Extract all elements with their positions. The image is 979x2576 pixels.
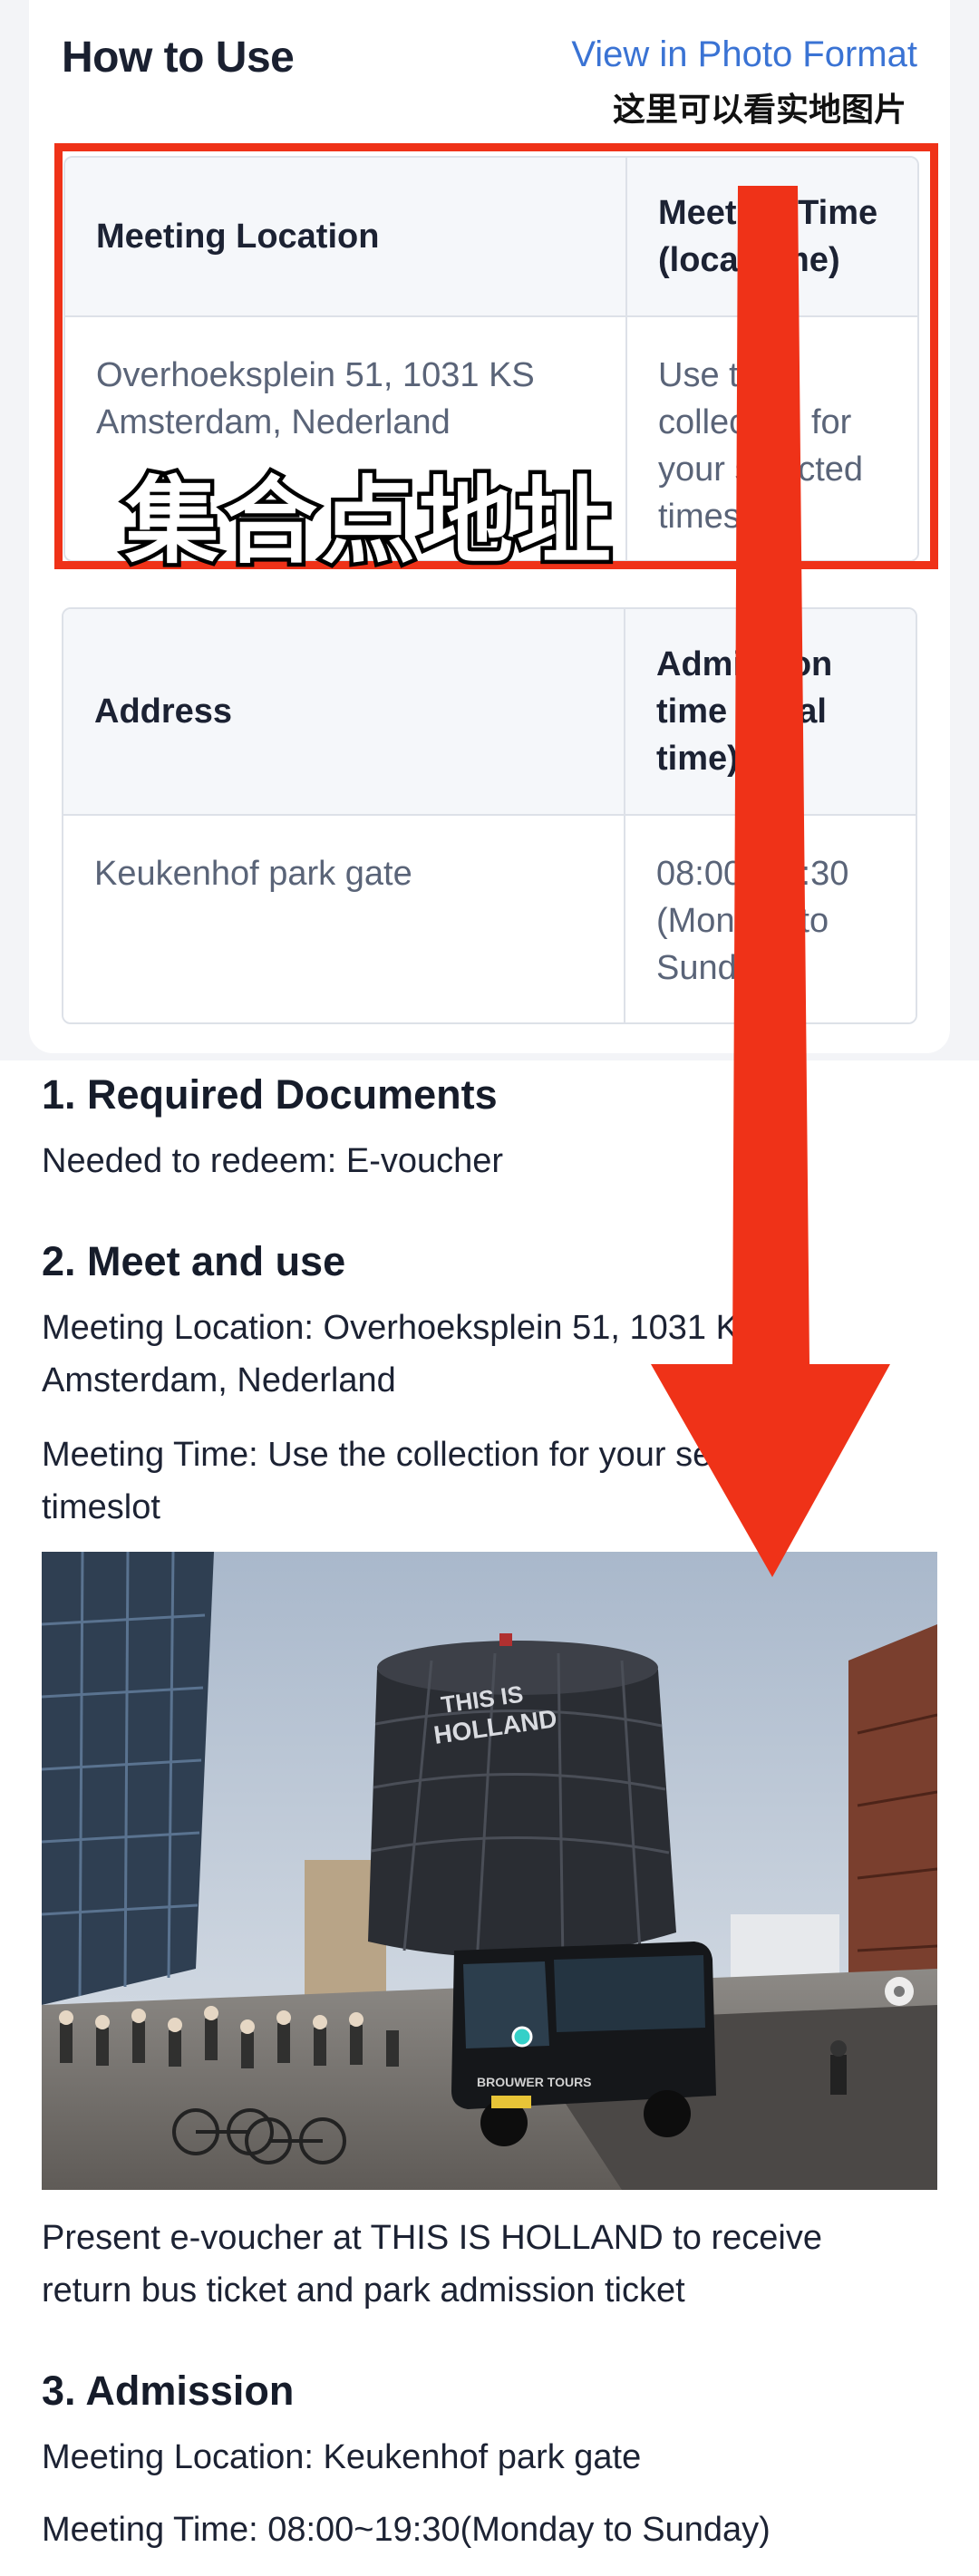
admission-time-text: Meeting Time: 08:00~19:30(Monday to Sund… [42, 2511, 771, 2549]
meeting-point-photo: THIS IS HOLLAND BROUWER TOURS [42, 1552, 937, 2190]
section-admission-title: 3. Admission [42, 2368, 295, 2414]
meeting-point-address-label: 集合点地址 [121, 466, 616, 579]
meet-time-text: Meeting Time: Use the collection for you… [42, 1436, 804, 1526]
meet-location-text: Meeting Location: Overhoeksplein 51, 103… [42, 1309, 762, 1399]
section-required-documents-title: 1. Required Documents [42, 1071, 498, 1118]
address-cell: Keukenhof park gate [63, 816, 625, 1022]
required-documents-text: Needed to redeem: E-voucher [42, 1142, 504, 1180]
admission-info-table: Address Admission time (local time) Keuk… [62, 607, 917, 1024]
view-photo-format-link[interactable]: View in Photo Format [571, 34, 917, 75]
admission-time-header: Admission time (local time) [625, 609, 916, 816]
photo-caption-text: Present e-voucher at THIS IS HOLLAND to … [42, 2219, 822, 2310]
admission-time-cell: 08:00~19:30 (Monday to Sunday) [625, 816, 916, 1022]
address-header: Address [63, 609, 625, 816]
admission-location-text: Meeting Location: Keukenhof park gate [42, 2438, 642, 2476]
page-title: How to Use [62, 34, 295, 82]
section-meet-and-use-title: 2. Meet and use [42, 1238, 346, 1284]
svg-text:BROUWER TOURS: BROUWER TOURS [477, 2075, 592, 2089]
photo-annotation-note: 这里可以看实地图片 [612, 91, 906, 128]
